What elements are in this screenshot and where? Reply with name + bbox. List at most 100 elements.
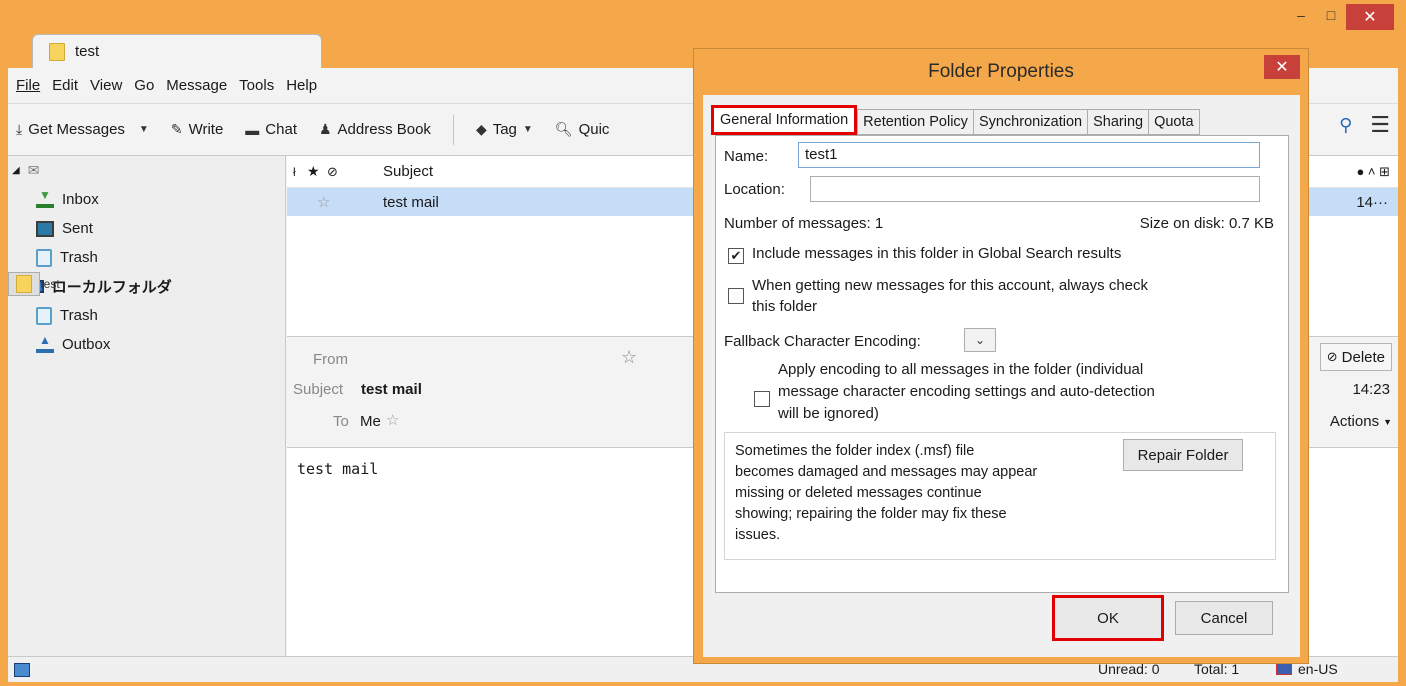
menu-help[interactable]: Help	[286, 77, 317, 94]
close-window-button[interactable]: ✕	[1346, 4, 1394, 30]
collapse-icon[interactable]: ◢	[12, 165, 20, 176]
tab-test[interactable]: test	[32, 34, 322, 68]
dialog-close-button[interactable]: ✕	[1264, 55, 1300, 79]
apply-encoding-line2: message character encoding settings and …	[778, 383, 1155, 400]
window-controls: – □ ✕	[1286, 4, 1394, 34]
write-button[interactable]: ✎ Write	[171, 121, 223, 138]
ok-button[interactable]: OK	[1052, 595, 1164, 641]
folder-outbox[interactable]: Outbox	[8, 330, 285, 359]
folder-label: Trash	[60, 249, 98, 266]
trash-icon	[36, 248, 52, 267]
sent-icon	[36, 220, 54, 237]
chat-button[interactable]: ▬ Chat	[245, 121, 297, 138]
folder-test[interactable]: test	[8, 272, 60, 296]
online-status-icon[interactable]	[14, 663, 30, 677]
column-picker-icon[interactable]: ● ˄ ⊞	[1356, 164, 1390, 180]
repair-text-line: missing or deleted messages continue	[735, 485, 982, 501]
chevron-down-icon[interactable]: ▼	[139, 124, 149, 135]
maximize-button[interactable]: □	[1316, 4, 1346, 26]
message-subject: test mail	[383, 193, 439, 211]
actions-menu[interactable]: Actions ▼	[1330, 413, 1392, 430]
folder-label: Inbox	[62, 191, 99, 208]
chevron-down-icon: ▼	[1383, 416, 1392, 427]
toolbar-separator	[452, 114, 454, 145]
repair-folder-button[interactable]: Repair Folder	[1123, 439, 1243, 471]
tag-icon: ◆	[475, 121, 487, 137]
number-of-messages: Number of messages: 1	[724, 215, 884, 232]
folder-icon	[49, 42, 65, 61]
folder-trash[interactable]: Trash	[8, 243, 285, 272]
cancel-button[interactable]: Cancel	[1175, 601, 1273, 635]
tab-quota[interactable]: Quota	[1148, 109, 1200, 135]
get-messages-button[interactable]: ⤓ Get Messages ▼	[16, 121, 149, 138]
to-value[interactable]: Me	[360, 413, 381, 430]
tab-general-information[interactable]: General Information	[711, 105, 858, 135]
repair-text-line: showing; repairing the folder may fix th…	[735, 506, 1007, 522]
always-check-checkbox[interactable]	[728, 288, 744, 304]
folder-label: Outbox	[62, 336, 111, 353]
outbox-icon	[36, 333, 54, 353]
attachment-column-icon[interactable]: ⊘	[327, 164, 383, 180]
location-field[interactable]	[810, 176, 1260, 202]
folder-local-trash[interactable]: Trash	[8, 301, 285, 330]
quick-filter-label: Quic	[578, 121, 610, 138]
dialog-title: Folder Properties	[928, 61, 1074, 82]
chevron-down-icon: ▼	[522, 124, 533, 135]
size-on-disk: Size on disk: 0.7 KB	[1139, 215, 1274, 232]
folder-pane: ◢ ✉ Inbox Sent Trash test ◢ ロ	[8, 156, 286, 656]
always-check-label-line2: this folder	[752, 298, 818, 315]
encoding-select[interactable]: ⌄	[964, 328, 996, 352]
apply-encoding-checkbox[interactable]	[754, 391, 770, 407]
delete-icon: ⊘	[1326, 349, 1338, 364]
apply-encoding-line1: Apply encoding to all messages in the fo…	[778, 361, 1144, 378]
thread-column-icon[interactable]: ł	[287, 165, 307, 179]
delete-button[interactable]: ⊘ Delete	[1319, 343, 1392, 371]
tab-sharing[interactable]: Sharing	[1087, 109, 1149, 135]
folder-icon	[16, 275, 33, 293]
menu-go[interactable]: Go	[134, 77, 154, 94]
message-time: 14:23	[1352, 381, 1390, 398]
tag-button[interactable]: ◆ Tag ▼	[476, 121, 533, 138]
to-label: To	[333, 413, 349, 430]
menu-edit[interactable]: Edit	[52, 77, 78, 94]
repair-description: Sometimes the folder index (.msf) file b…	[735, 441, 1037, 546]
always-check-label-line1: When getting new messages for this accou…	[752, 277, 1149, 294]
mail-icon: ✉	[27, 162, 40, 178]
name-field[interactable]: test1	[798, 142, 1260, 168]
star-icon[interactable]: ☆	[386, 411, 399, 429]
apply-encoding-line3: will be ignored)	[778, 405, 879, 422]
search-icon: 🔍︎	[554, 121, 573, 137]
chevron-down-icon: ⌄	[974, 333, 986, 347]
folder-sent[interactable]: Sent	[8, 214, 285, 243]
tag-label: Tag	[492, 121, 517, 138]
quick-filter-button[interactable]: 🔍︎ Quic	[555, 121, 610, 138]
toolbar-right: ⚲ ☰	[1339, 112, 1390, 138]
from-label: From	[313, 351, 348, 368]
tab-retention-policy[interactable]: Retention Policy	[857, 109, 973, 135]
folder-properties-dialog: Folder Properties ✕ General Information …	[693, 48, 1309, 664]
get-messages-label: Get Messages	[28, 121, 125, 138]
name-label: Name:	[724, 148, 769, 165]
menu-file[interactable]: File	[16, 77, 40, 94]
address-book-button[interactable]: ♟ Address Book	[319, 121, 431, 138]
tab-synchronization[interactable]: Synchronization	[972, 109, 1088, 135]
folder-inbox[interactable]: Inbox	[8, 185, 285, 214]
search-icon[interactable]: ⚲	[1339, 115, 1352, 136]
star-icon[interactable]: ☆	[287, 193, 383, 211]
subject-column-header[interactable]: Subject	[383, 163, 433, 180]
include-global-search-label: Include messages in this folder in Globa…	[752, 245, 1122, 262]
include-global-search-checkbox[interactable]: ✔	[728, 248, 744, 264]
star-column-icon[interactable]: ★	[307, 163, 327, 180]
star-icon[interactable]: ☆	[621, 347, 637, 368]
account-row[interactable]: ◢ ✉	[8, 156, 285, 185]
message-date: 14···	[1356, 193, 1388, 211]
menu-icon[interactable]: ☰	[1370, 112, 1390, 138]
menu-view[interactable]: View	[90, 77, 122, 94]
menu-message[interactable]: Message	[166, 77, 227, 94]
folder-label: ローカルフォルダ	[51, 279, 172, 296]
menu-tools[interactable]: Tools	[239, 77, 274, 94]
tab-label: test	[75, 43, 100, 60]
minimize-button[interactable]: –	[1286, 4, 1316, 26]
repair-text-line: becomes damaged and messages may appear	[735, 464, 1038, 480]
download-icon: ⤓	[16, 121, 23, 137]
